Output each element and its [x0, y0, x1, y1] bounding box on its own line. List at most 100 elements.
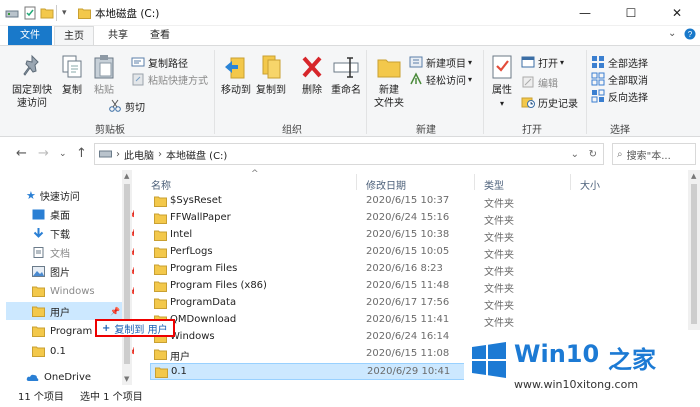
copy-to-button[interactable]: 复制到 [253, 52, 289, 97]
copy-icon [62, 55, 82, 78]
copy-button[interactable]: 复制 [58, 52, 86, 97]
pin-to-quick-access-button[interactable]: 固定到快 速访问 [10, 52, 54, 110]
column-separator [570, 174, 571, 190]
new-item-button[interactable]: 新建项目 ▾ [409, 54, 472, 70]
close-button[interactable]: ✕ [654, 0, 700, 26]
ribbon-separator [586, 50, 587, 134]
file-date: 2020/6/29 10:41 [367, 366, 451, 377]
paste-shortcut-button[interactable]: 粘贴快捷方式 [131, 71, 208, 87]
pin-icon: 📌 [110, 306, 120, 316]
search-input[interactable]: ⌕ 搜索"本... [612, 143, 696, 165]
drag-copy-text: 复制到 用户 [114, 324, 168, 336]
column-date[interactable]: 修改日期 [366, 177, 406, 192]
copy-path-icon [131, 57, 145, 67]
star-icon: ★ [26, 188, 36, 202]
breadcrumb-local-disk[interactable]: 本地磁盘 (C:) [166, 147, 227, 162]
edit-button[interactable]: 编辑 [521, 74, 558, 90]
properties-quick-icon[interactable] [24, 5, 36, 21]
rename-label: 重命名 [331, 85, 361, 96]
properties-button[interactable]: 属性 ▾ [488, 52, 516, 110]
paste-shortcut-label: 粘贴快捷方式 [148, 75, 208, 87]
tab-home[interactable]: 主页 [54, 26, 94, 45]
scrollbar-thumb[interactable] [124, 184, 130, 364]
plus-icon: + [102, 322, 111, 334]
navigation-scrollbar[interactable]: ▲ ▼ [122, 170, 132, 385]
table-row[interactable]: FFWallPaper 2020/6/24 15:16 文件夹 [150, 210, 580, 227]
new-item-label: 新建项目 [426, 58, 466, 70]
folder-icon [154, 298, 167, 309]
table-row[interactable]: ProgramData 2020/6/17 17:56 文件夹 [150, 295, 580, 312]
minimize-button[interactable]: — [562, 0, 608, 26]
table-row[interactable]: PerfLogs 2020/6/15 10:05 文件夹 [150, 244, 580, 261]
nav-item-label: 用户 [50, 307, 70, 319]
nav-quick-access[interactable]: ★ 快速访问 [26, 186, 134, 204]
file-date: 2020/6/15 10:37 [366, 195, 450, 206]
tab-file[interactable]: 文件 [8, 26, 52, 45]
clipboard-group-label: 剪贴板 [95, 125, 125, 136]
table-row[interactable]: Intel 2020/6/15 10:38 文件夹 [150, 227, 580, 244]
maximize-button[interactable]: ☐ [608, 0, 654, 26]
folder-icon [154, 281, 167, 292]
back-arrow-icon[interactable]: ← [16, 146, 27, 161]
select-none-icon [591, 72, 605, 86]
ribbon: 固定到快 速访问 复制 粘贴 复制路径 粘贴快捷方式 剪切 剪贴板 移动到 复制… [0, 45, 700, 137]
invert-selection-button[interactable]: 反向选择 [591, 88, 648, 104]
move-to-button[interactable]: 移动到 [218, 52, 254, 97]
file-date: 2020/6/15 11:08 [366, 348, 450, 359]
invert-selection-label: 反向选择 [608, 92, 648, 104]
file-type: 文件夹 [484, 199, 514, 210]
table-row[interactable]: Program Files (x86) 2020/6/15 11:48 文件夹 [150, 278, 580, 295]
tab-view[interactable]: 查看 [140, 26, 180, 45]
column-name[interactable]: 名称 [151, 177, 171, 192]
easy-access-button[interactable]: 轻松访问 ▾ [409, 71, 472, 87]
file-date: 2020/6/15 11:48 [366, 280, 450, 291]
scrollbar-thumb[interactable] [691, 184, 697, 324]
paste-button[interactable]: 粘贴 [90, 52, 118, 97]
forward-arrow-icon[interactable]: → [38, 146, 49, 161]
up-arrow-icon[interactable]: ↑ [76, 146, 87, 161]
address-dropdown-icon[interactable]: ⌄ [571, 149, 579, 160]
select-none-button[interactable]: 全部取消 [591, 71, 648, 87]
history-icon [521, 97, 535, 108]
refresh-icon[interactable]: ↻ [589, 149, 597, 160]
open-button[interactable]: 打开 ▾ [521, 54, 564, 70]
copy-path-button[interactable]: 复制路径 [131, 54, 188, 70]
table-row[interactable]: $SysReset 2020/6/15 10:37 文件夹 [150, 193, 580, 210]
column-separator [356, 174, 357, 190]
recent-dropdown-icon[interactable]: ⌄ [59, 149, 67, 159]
file-name: PerfLogs [170, 246, 213, 257]
nav-item-users[interactable]: 用户 📌 [6, 302, 122, 320]
history-button[interactable]: 历史记录 [521, 94, 578, 110]
folder-icon [32, 286, 45, 297]
column-size[interactable]: 大小 [580, 177, 600, 192]
rename-button[interactable]: 重命名 [329, 52, 363, 97]
tab-share[interactable]: 共享 [98, 26, 138, 45]
scroll-down-icon[interactable]: ▼ [124, 375, 129, 383]
select-all-button[interactable]: 全部选择 [591, 54, 648, 70]
paste-shortcut-icon [132, 73, 144, 86]
file-type: 文件夹 [484, 301, 514, 312]
selected-count: 选中 1 个项目 [80, 392, 143, 403]
drive-icon[interactable] [5, 5, 19, 21]
delete-button[interactable]: 删除 [298, 52, 326, 97]
help-icon[interactable]: ? [684, 28, 696, 43]
delete-label: 删除 [302, 85, 322, 96]
address-bar[interactable]: › 此电脑 › 本地磁盘 (C:) ⌄ ↻ [94, 143, 604, 165]
quick-access-dropdown[interactable]: ▾ [62, 5, 67, 21]
breadcrumb-separator: › [158, 148, 162, 160]
column-type[interactable]: 类型 [484, 177, 504, 192]
nav-item-label: Program [50, 325, 93, 337]
scroll-up-icon[interactable]: ▲ [691, 172, 696, 180]
history-label: 历史记录 [538, 98, 578, 110]
cut-button[interactable]: 剪切 [108, 98, 145, 114]
collapse-ribbon-icon[interactable]: ⌄ [668, 28, 676, 43]
table-row[interactable]: Program Files 2020/6/16 8:23 文件夹 [150, 261, 580, 278]
file-name: QMDownload [170, 314, 237, 325]
scroll-up-icon[interactable]: ▲ [124, 172, 129, 180]
table-row[interactable]: QMDownload 2020/6/15 11:41 文件夹 [150, 312, 580, 329]
breadcrumb-this-pc[interactable]: 此电脑 [124, 147, 154, 162]
easy-access-label: 轻松访问 [426, 75, 466, 87]
new-folder-quick-icon[interactable] [40, 5, 54, 21]
nav-onedrive[interactable]: OneDrive [26, 368, 134, 386]
new-folder-button[interactable]: 新建 文件夹 [372, 52, 406, 110]
